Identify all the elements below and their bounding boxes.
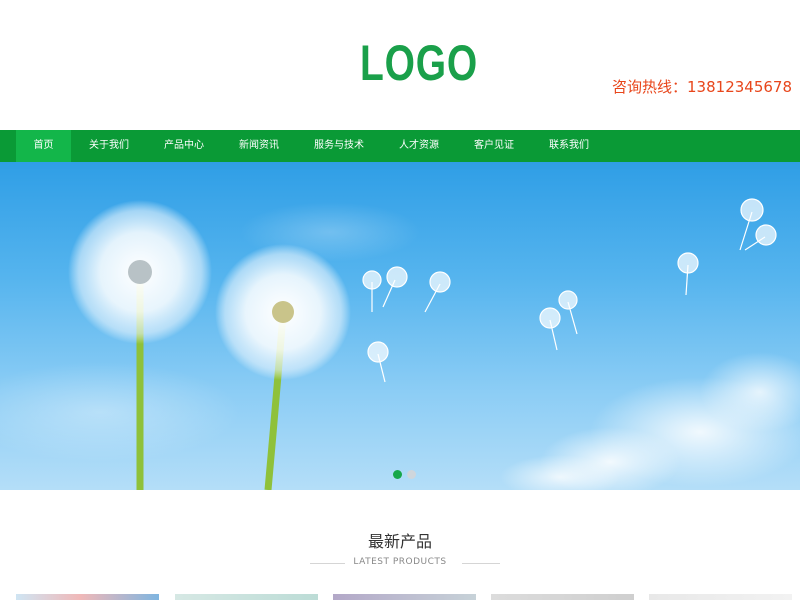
- nav-item-about[interactable]: 关于我们: [89, 130, 129, 162]
- product-card[interactable]: [16, 594, 159, 600]
- product-card[interactable]: [491, 594, 634, 600]
- subtitle-divider-right: [462, 563, 500, 564]
- site-header: LOGO 咨询热线：13812345678: [0, 0, 800, 130]
- nav-item-testimonials[interactable]: 客户见证: [474, 130, 514, 162]
- nav-item-contact[interactable]: 联系我们: [549, 130, 589, 162]
- nav-item-service[interactable]: 服务与技术: [314, 130, 364, 162]
- dandelion-illustration: [0, 198, 800, 490]
- hotline-text: 咨询热线：13812345678: [612, 78, 792, 96]
- product-card[interactable]: [333, 594, 476, 600]
- nav-item-home[interactable]: 首页: [16, 130, 71, 162]
- nav-item-news[interactable]: 新闻资讯: [239, 130, 279, 162]
- product-card[interactable]: [175, 594, 318, 600]
- product-card[interactable]: [649, 594, 792, 600]
- carousel-dot-2[interactable]: [407, 470, 416, 479]
- carousel-dot-1[interactable]: [393, 470, 402, 479]
- nav-item-careers[interactable]: 人才资源: [399, 130, 439, 162]
- site-logo[interactable]: LOGO: [360, 34, 478, 92]
- hero-banner[interactable]: [0, 162, 800, 490]
- nav-item-products[interactable]: 产品中心: [164, 130, 204, 162]
- main-nav: 首页 关于我们 产品中心 新闻资讯 服务与技术 人才资源 客户见证 联系我们: [0, 130, 800, 162]
- section-title: 最新产品: [367, 532, 432, 551]
- section-subtitle: LATEST PRODUCTS: [353, 557, 447, 567]
